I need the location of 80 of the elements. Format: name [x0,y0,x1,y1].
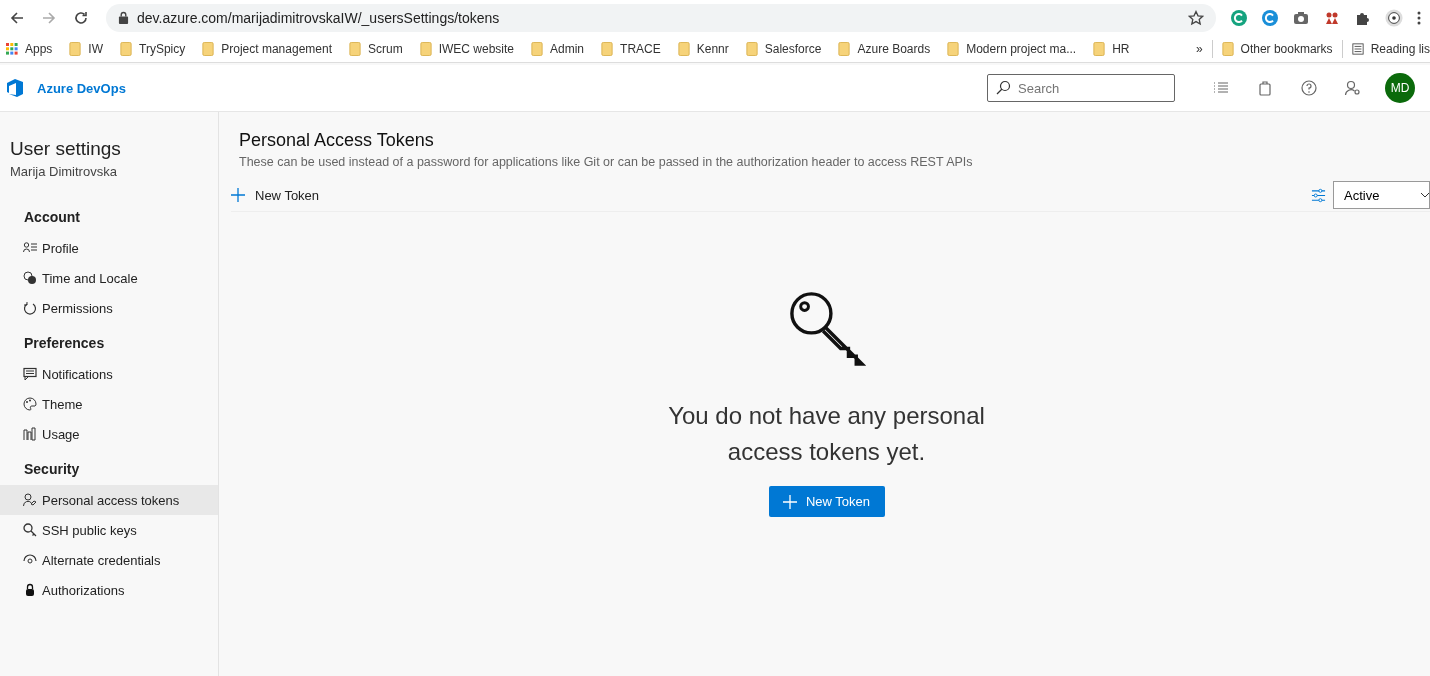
user-name: Marija Dimitrovska [9,164,118,179]
back-icon[interactable] [9,9,25,26]
bookmark[interactable]: Admin [531,41,585,56]
sidebar-item[interactable]: Profile [0,233,218,263]
settings-title: User settings [9,138,122,160]
bookmark[interactable]: Scrum [349,41,403,56]
sidebar-item[interactable]: Time and Locale [0,263,218,293]
sidebar-item[interactable]: SSH public keys [0,515,218,545]
folder-icon [947,41,960,56]
user-avatar[interactable]: MD [1385,73,1415,103]
bookmark[interactable]: IW [69,41,104,56]
brand-name[interactable]: Azure DevOps [37,80,126,96]
profile-avatar-icon[interactable] [1385,8,1403,27]
help-icon[interactable] [1300,79,1318,97]
sidebar-item[interactable]: Authorizations [0,575,218,605]
extension-icon[interactable] [1261,8,1279,27]
search-field[interactable]: Search [987,74,1175,102]
reading-list-button[interactable]: Reading lis [1351,41,1430,56]
bookmark[interactable]: Modern project ma... [947,41,1077,56]
sidebar-item[interactable]: Notifications [0,359,218,389]
eye-icon [23,553,37,567]
bookmark[interactable]: Kennr [677,41,729,56]
lock-icon [118,11,129,24]
chat-icon [23,367,37,381]
filter-icon[interactable] [1311,187,1326,203]
new-token-button[interactable]: New Token [231,187,320,203]
plus-icon [782,494,797,509]
folder-icon [531,41,544,56]
section-heading: Security [23,461,81,477]
bookmark[interactable]: Salesforce [745,41,822,56]
section-heading: Account [23,209,81,225]
apps-grid-icon [6,42,18,55]
bookmark[interactable]: HR [1093,41,1130,56]
page-description: These can be used instead of a password for applications like Git or can be passed in the authorization header to access REST APIs [239,155,974,169]
profile-icon [23,241,37,255]
folder-icon [1093,41,1106,56]
address-bar[interactable]: dev.azure.com/marijadimitrovskaIW/_usersSettings/tokens [106,3,1216,32]
chevron-down-icon [1420,192,1430,198]
more-bookmarks-button[interactable]: » [1195,41,1203,56]
folder-icon [419,41,432,56]
logo-icon[interactable] [5,78,25,98]
bookmark[interactable]: IWEC website [419,41,515,56]
lock-icon [23,583,37,597]
bookmark[interactable]: Project management [202,41,332,56]
shopping-bag-icon[interactable] [1256,79,1274,97]
circle-arrow-icon [23,301,37,315]
folder-icon [1221,41,1234,56]
folder-icon [677,41,690,56]
sidebar-item[interactable]: Usage [0,419,218,449]
palette-icon [23,397,37,411]
star-icon[interactable] [1188,9,1204,26]
bookmark[interactable]: Other bookmarks [1221,41,1333,56]
search-icon [995,80,1011,96]
sidebar-item[interactable]: Permissions [0,293,218,323]
sidebar-item[interactable]: Personal access tokens [0,485,218,515]
plus-icon [231,188,245,202]
people-key-icon [23,493,37,507]
folder-icon [69,41,82,56]
new-token-button[interactable]: New Token [768,486,885,517]
reload-icon[interactable] [73,9,89,26]
empty-state-message: You do not have any personal access tokens yet. [667,401,986,467]
sidebar-item[interactable]: Alternate credentials [0,545,218,575]
list-icon [1351,41,1364,56]
bookmark[interactable]: TrySpicy [120,41,186,56]
folder-icon [349,41,361,56]
sidebar-item[interactable]: Theme [0,389,218,419]
page-title: Personal Access Tokens [239,130,435,151]
status-dropdown[interactable]: Active [1333,181,1430,209]
user-settings-icon[interactable] [1344,79,1362,97]
extension-icon[interactable] [1230,8,1248,27]
bookmark[interactable]: Apps [6,41,53,56]
folder-icon [601,41,614,56]
folder-icon [838,41,851,56]
folder-icon [745,41,758,56]
folder-icon [202,41,215,56]
bookmark[interactable]: Azure Boards [838,41,931,56]
section-heading: Preferences [23,335,106,351]
folder-icon [120,41,133,56]
bookmark[interactable]: TRACE [601,41,661,56]
bar-chart-icon [23,427,37,441]
